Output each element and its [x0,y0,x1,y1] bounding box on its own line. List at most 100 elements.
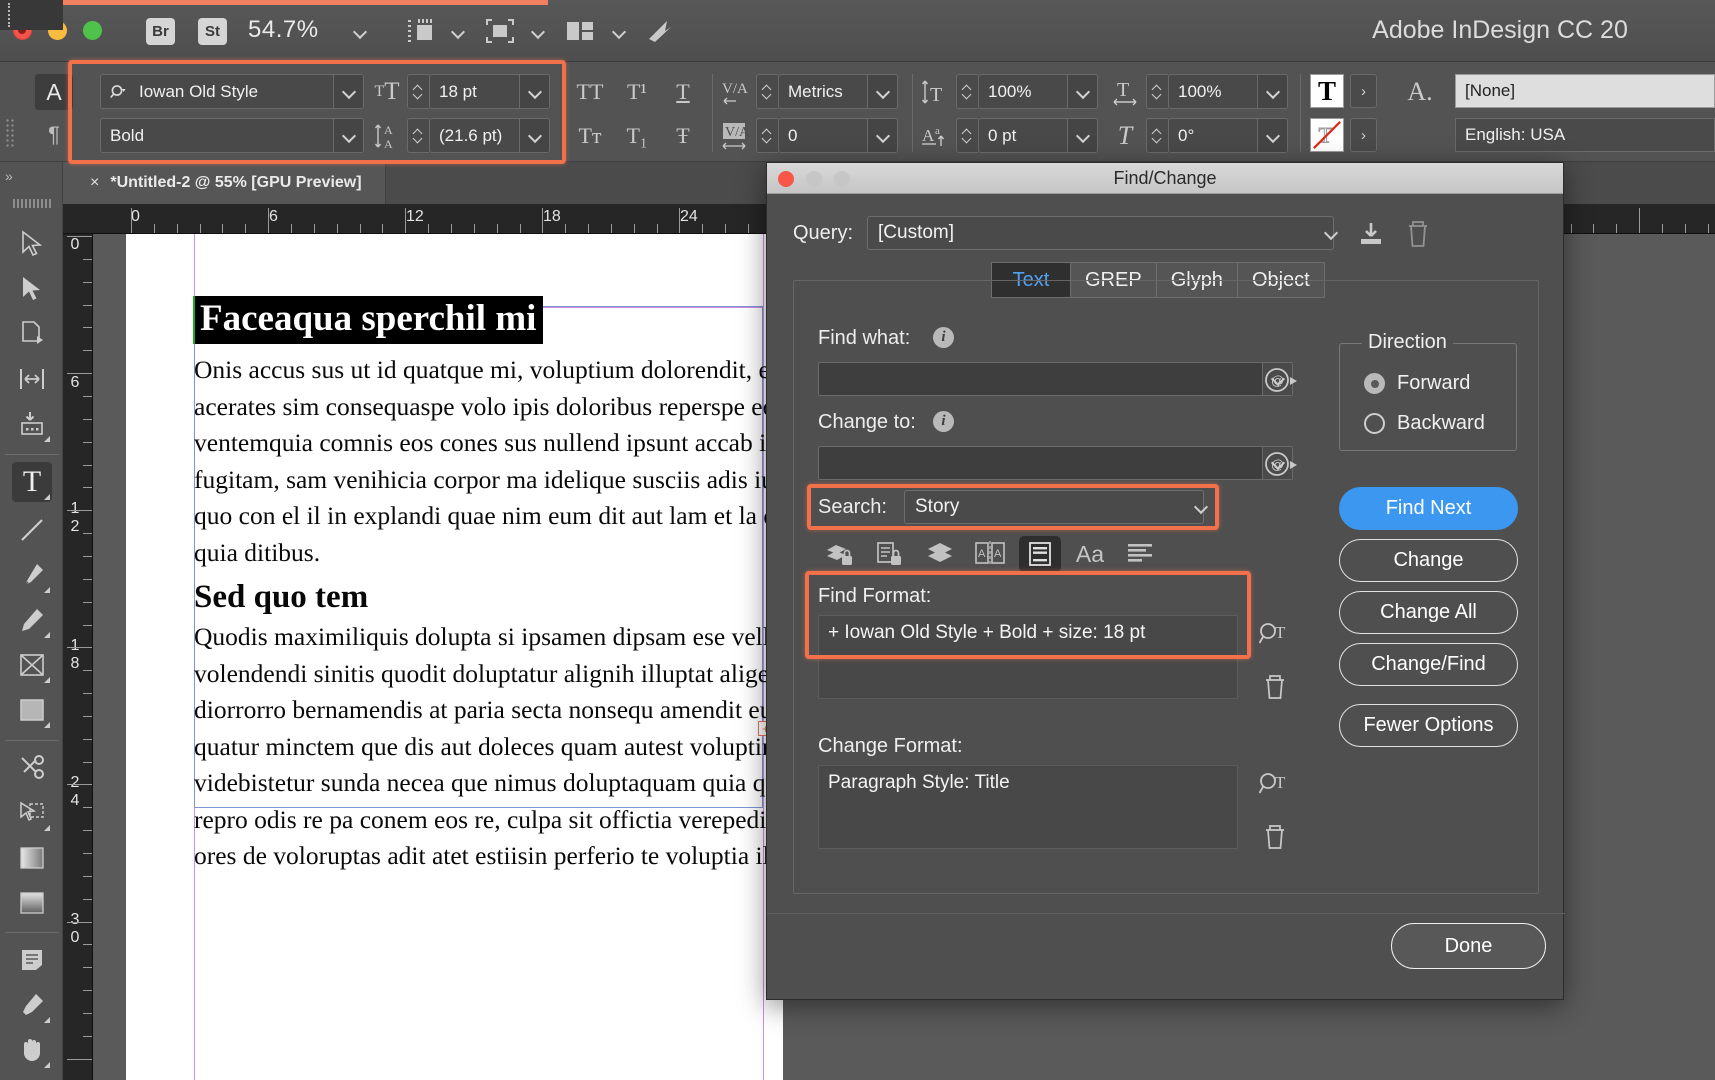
baseline-shift-field[interactable]: 0 pt [978,118,1098,153]
underline-icon[interactable]: T [663,76,703,108]
horizontal-scale-stepper[interactable] [1146,74,1168,109]
include-footnotes-icon[interactable] [1019,536,1061,572]
superscript-icon[interactable]: T¹ [617,76,657,108]
baseline-shift-dropdown[interactable] [1067,119,1097,152]
screen-mode-icon[interactable] [403,14,437,48]
frame-tool[interactable] [12,645,52,685]
skew-field[interactable]: 0° [1168,118,1288,153]
change-button[interactable]: Change [1339,539,1518,582]
stepper-up-icon[interactable] [963,85,972,90]
include-master-pages-icon[interactable]: A A [969,536,1011,572]
publish-online-icon[interactable] [644,14,678,48]
strikethrough-icon[interactable]: Ŧ [663,120,703,152]
radio-forward-icon[interactable] [1364,373,1385,394]
panel-grip[interactable] [5,118,15,148]
stepper-up-icon[interactable] [763,129,772,134]
paragraph-style-field[interactable]: [None] [1455,74,1715,108]
stepper-down-icon[interactable] [763,93,772,98]
query-select[interactable]: [Custom] [867,216,1334,250]
find-format-clear-icon[interactable] [1255,669,1295,705]
hand-tool[interactable] [12,1030,52,1070]
find-what-input[interactable] [818,362,1293,396]
arrange-documents-dropdown[interactable] [604,18,634,46]
gradient-feather-tool[interactable] [12,883,52,923]
kerning-stepper[interactable] [756,74,778,109]
stepper-down-icon[interactable] [1153,137,1162,142]
stepper-up-icon[interactable] [1153,129,1162,134]
stepper-up-icon[interactable] [414,129,423,134]
document-tab[interactable]: × *Untitled‑2 @ 55% [GPU Preview] [63,162,386,204]
stepper-down-icon[interactable] [763,137,772,142]
free-transform-tool[interactable] [12,793,52,833]
stepper-up-icon[interactable] [414,85,423,90]
eyedropper-tool[interactable] [12,985,52,1025]
vertical-scale-stepper[interactable] [956,74,978,109]
tracking-stepper[interactable] [756,118,778,153]
font-style-dropdown[interactable] [333,119,363,152]
scissors-tool[interactable] [12,748,52,788]
font-size-stepper[interactable] [407,74,429,109]
view-options-icon[interactable] [483,14,517,48]
stroke-expand-button[interactable]: › [1350,118,1377,152]
change-to-input[interactable] [818,446,1293,480]
subscript-icon[interactable]: T₁ [617,120,657,152]
dialog-traffic-lights[interactable] [778,171,850,187]
expand-panel-icon[interactable]: » [5,168,13,184]
zoom-tool[interactable] [12,1075,52,1080]
save-query-icon[interactable] [1353,217,1389,251]
font-style-field[interactable]: Bold [100,118,364,153]
direction-forward-option[interactable]: Forward [1364,372,1470,395]
horizontal-scale-field[interactable]: 100% [1168,74,1288,109]
zoom-dropdown-button[interactable] [345,18,375,46]
ruler-origin-corner[interactable] [0,0,63,30]
pencil-tool[interactable] [12,600,52,640]
find-what-info-icon[interactable]: i [933,327,954,348]
direct-selection-tool[interactable] [12,269,52,309]
paragraph-formatting-toggle[interactable]: ¶ [35,118,73,152]
leading-dropdown[interactable] [519,119,549,152]
direction-backward-option[interactable]: Backward [1364,412,1485,435]
stepper-down-icon[interactable] [414,93,423,98]
change-to-special-chars-icon[interactable]: @ [1259,447,1305,481]
kerning-field[interactable]: Metrics [778,74,898,109]
stepper-up-icon[interactable] [763,85,772,90]
line-tool[interactable] [12,510,52,550]
leading-field[interactable]: (21.6 pt) [429,118,550,153]
content-collector-tool[interactable] [12,404,52,444]
bridge-button[interactable]: Br [146,18,175,45]
page-tool[interactable] [12,314,52,354]
find-next-button[interactable]: Find Next [1339,487,1518,530]
change-all-button[interactable]: Change All [1339,591,1518,634]
rectangle-tool[interactable] [12,690,52,730]
fill-expand-button[interactable]: › [1350,74,1377,108]
find-what-special-chars-icon[interactable]: @ [1259,363,1305,397]
find-format-box[interactable]: + Iowan Old Style + Bold + size: 18 pt [818,615,1238,699]
font-size-field[interactable]: 18 pt [429,74,550,109]
gradient-swatch-tool[interactable] [12,838,52,878]
delete-query-icon[interactable] [1400,217,1436,251]
vertical-ruler[interactable]: 0 6 12 18 24 30 [63,234,93,1080]
skew-stepper[interactable] [1146,118,1168,153]
stepper-down-icon[interactable] [414,137,423,142]
pen-tool[interactable] [12,555,52,595]
tools-panel-grip[interactable] [13,199,51,208]
text-fill-swatch[interactable]: T [1310,74,1344,108]
done-button[interactable]: Done [1391,923,1546,969]
change-find-button[interactable]: Change/Find [1339,643,1518,686]
whole-word-icon[interactable] [1119,536,1161,572]
stepper-down-icon[interactable] [963,137,972,142]
vertical-scale-dropdown[interactable] [1067,75,1097,108]
vertical-scale-field[interactable]: 100% [978,74,1098,109]
dialog-zoom-button[interactable] [834,171,850,187]
view-options-dropdown[interactable] [523,18,553,46]
stepper-up-icon[interactable] [963,129,972,134]
selection-tool[interactable] [12,224,52,264]
radio-backward-icon[interactable] [1364,413,1385,434]
change-to-info-icon[interactable]: i [933,411,954,432]
change-format-box[interactable]: Paragraph Style: Title [818,765,1238,849]
arrange-documents-icon[interactable] [563,14,597,48]
document-heading-1[interactable]: Faceaqua sperchil mi [193,296,544,344]
document-page[interactable]: Faceaqua sperchil mi Onis accus sus ut i… [126,234,835,1080]
text-stroke-swatch[interactable]: T [1310,118,1344,152]
tracking-dropdown[interactable] [867,119,897,152]
